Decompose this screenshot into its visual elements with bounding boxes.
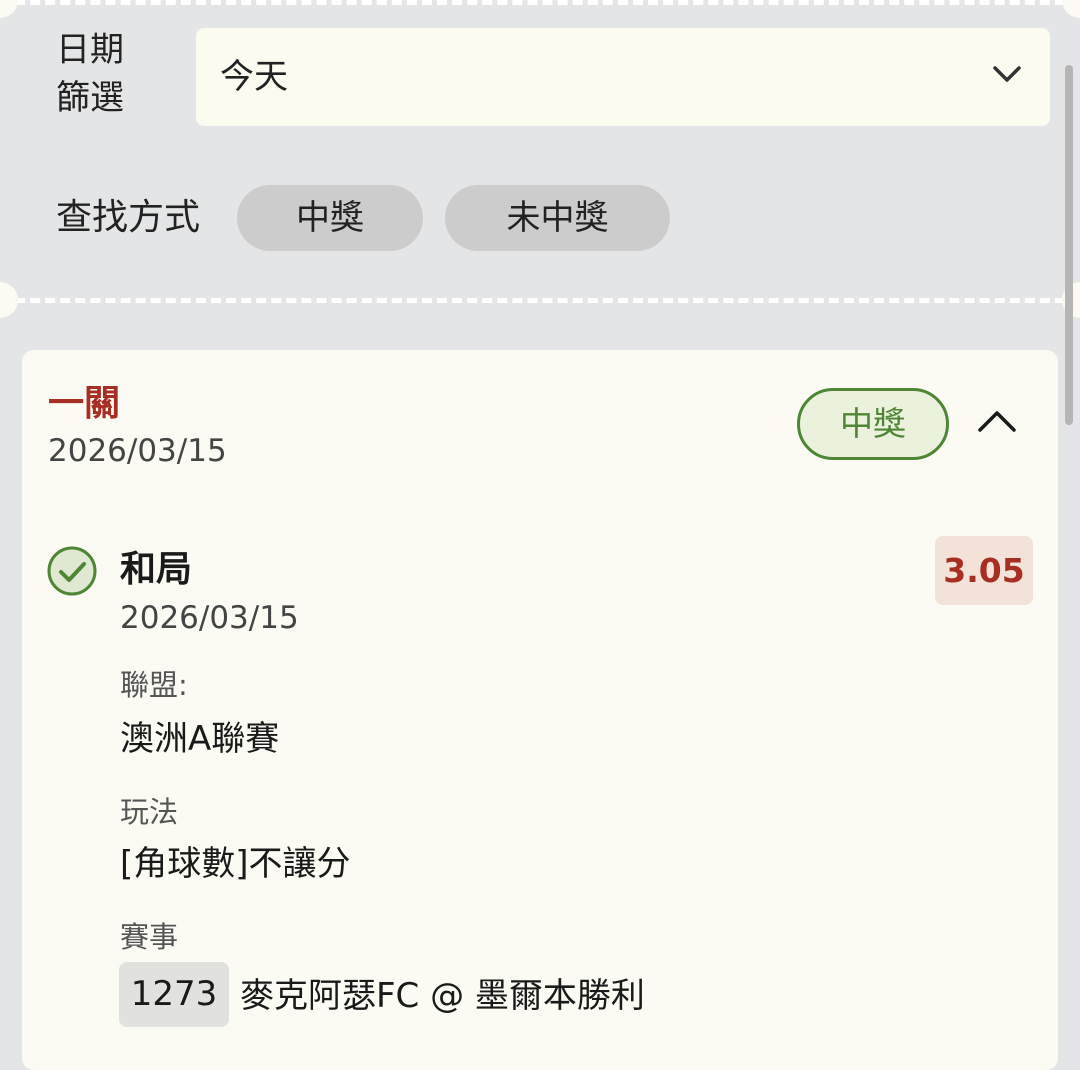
filter-no-win-button[interactable]: 未中獎: [445, 185, 670, 251]
filter-panel: 日期 篩選 今天 查找方式 中獎 未中獎: [0, 0, 1080, 318]
date-filter-label: 日期 篩選: [56, 26, 146, 122]
play-label: 玩法: [120, 795, 179, 829]
selection-title: 和局: [120, 549, 193, 590]
ticket-notch: [0, 0, 18, 18]
league-label: 聯盟:: [120, 668, 188, 702]
ticket-notch: [1062, 0, 1080, 18]
ticket-notch: [0, 282, 18, 318]
check-circle-icon: [47, 546, 97, 596]
date-filter-label-line2: 篩選: [56, 78, 124, 118]
match-name: 麥克阿瑟FC @ 墨爾本勝利: [240, 976, 645, 1016]
match-number-badge: 1273: [119, 962, 229, 1027]
date-filter-value: 今天: [220, 57, 288, 97]
date-filter-label-line1: 日期: [56, 30, 124, 70]
play-value: [角球數]不讓分: [120, 844, 351, 884]
league-value: 澳洲A聯賽: [120, 719, 280, 759]
scrollbar[interactable]: [1065, 65, 1073, 425]
ticket-dashed-edge-top: [0, 0, 1080, 5]
chevron-down-icon: [993, 66, 1021, 82]
bet-type-title: 一關: [48, 383, 121, 424]
search-method-label: 查找方式: [56, 197, 201, 238]
match-label: 賽事: [120, 920, 179, 954]
status-badge: 中獎: [797, 388, 949, 460]
ticket-dashed-edge-bottom: [0, 298, 1080, 303]
bet-ticket-card: 一關 2026/03/15 中獎 和局 2026/03/15 3.05 聯盟: …: [22, 350, 1058, 1070]
date-filter-select[interactable]: 今天: [196, 28, 1050, 126]
odds-badge: 3.05: [935, 536, 1033, 605]
ticket-date: 2026/03/15: [48, 433, 227, 469]
selection-date: 2026/03/15: [120, 600, 299, 636]
chevron-up-icon[interactable]: [976, 408, 1018, 434]
filter-win-button[interactable]: 中獎: [237, 185, 423, 251]
